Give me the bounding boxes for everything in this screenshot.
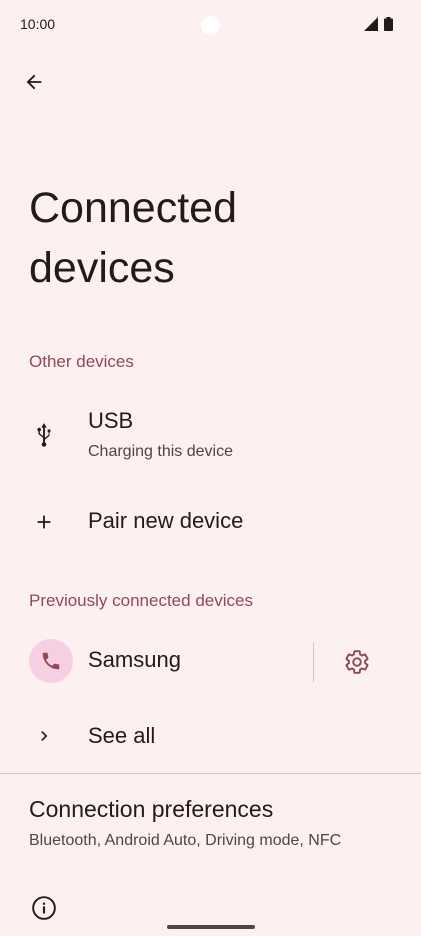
plus-icon <box>29 507 59 537</box>
signal-icon <box>364 17 378 31</box>
section-divider <box>0 773 421 774</box>
connection-preferences-title: Connection preferences <box>29 796 274 822</box>
connection-preferences-item[interactable] <box>0 782 421 864</box>
connected-devices-screen: 10:00 Connected devices Other devices US… <box>0 0 421 936</box>
chevron-right-icon <box>29 721 59 751</box>
gear-icon <box>345 650 369 674</box>
status-bar: 10:00 <box>0 0 421 48</box>
pair-new-device-title: Pair new device <box>88 508 244 533</box>
pair-new-device-item[interactable]: Pair new device <box>0 492 421 554</box>
usb-item[interactable]: USB Charging this device <box>0 396 421 478</box>
status-icons <box>364 17 393 31</box>
usb-item-subtitle: Charging this device <box>88 443 233 460</box>
status-time: 10:00 <box>20 16 56 32</box>
usb-item-title: USB <box>88 408 134 433</box>
phone-icon <box>42 652 60 670</box>
device-avatar <box>29 639 73 683</box>
connection-preferences-subtitle: Bluetooth, Android Auto, Driving mode, N… <box>29 832 342 849</box>
usb-icon <box>29 420 59 450</box>
gesture-navigation-handle[interactable] <box>167 925 255 929</box>
battery-icon <box>384 17 393 31</box>
back-button[interactable] <box>14 62 54 102</box>
page-title: Connected devices <box>29 184 237 292</box>
see-all-title: See all <box>88 723 156 748</box>
arrow-back-icon <box>26 74 42 90</box>
section-header-other-devices: Other devices <box>29 352 134 371</box>
device-settings-button[interactable] <box>335 640 379 684</box>
vertical-divider <box>313 642 314 682</box>
info-icon <box>30 894 58 922</box>
camera-cutout <box>201 16 220 35</box>
see-all-item[interactable]: See all <box>0 708 421 764</box>
samsung-device-title: Samsung <box>88 647 181 672</box>
section-header-previously-connected: Previously connected devices <box>29 591 253 610</box>
